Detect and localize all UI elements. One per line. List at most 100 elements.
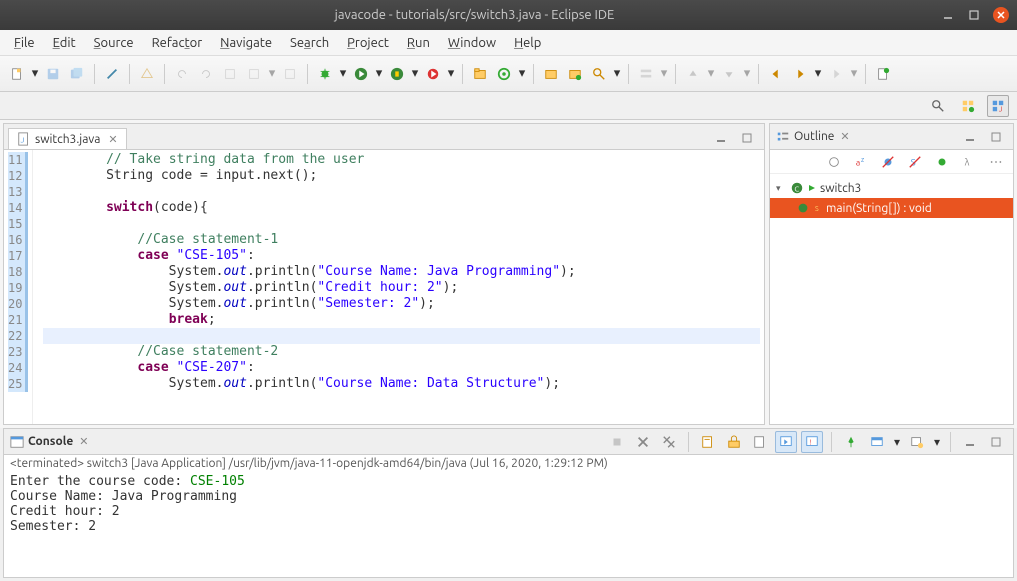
misc-button-2[interactable] [243, 63, 265, 85]
misc-dropdown-1[interactable]: ▾ [267, 66, 277, 81]
search-button[interactable] [588, 63, 610, 85]
next-annotation-button[interactable] [718, 63, 740, 85]
pin-console-button[interactable] [840, 431, 862, 453]
console-icon [10, 435, 24, 449]
outline-icon [776, 130, 790, 144]
menu-run[interactable]: Run [399, 33, 438, 53]
menu-project[interactable]: Project [339, 33, 397, 53]
misc-button-1[interactable] [219, 63, 241, 85]
remove-all-button[interactable] [658, 431, 680, 453]
maximize-button[interactable] [967, 8, 981, 22]
outline-class-row[interactable]: ▾ C switch3 [770, 178, 1013, 198]
console-pane: Console ✕ ! ▾ ▾ <terminated> switch3 [Ja… [3, 428, 1014, 578]
svg-text:λ: λ [965, 156, 970, 167]
editor-tab-switch3[interactable]: J switch3.java ✕ [8, 128, 127, 149]
build-button[interactable] [136, 63, 158, 85]
open-perspective-button[interactable] [957, 95, 979, 117]
outline-method-label: main(String[]) : void [826, 202, 932, 215]
terminate-button[interactable] [606, 431, 628, 453]
menu-source[interactable]: Source [86, 33, 142, 53]
display-selected-console-button[interactable] [866, 431, 888, 453]
display-console-dropdown[interactable]: ▾ [892, 435, 902, 449]
editor-tab-close[interactable]: ✕ [108, 133, 117, 146]
console-minimize[interactable] [959, 431, 981, 453]
run-button[interactable] [350, 63, 372, 85]
menu-window[interactable]: Window [440, 33, 504, 53]
hide-fields-button[interactable] [877, 151, 899, 173]
scroll-lock-button[interactable] [723, 431, 745, 453]
search-dropdown[interactable]: ▾ [612, 66, 622, 81]
open-task-button[interactable] [564, 63, 586, 85]
toggle-dropdown[interactable]: ▾ [659, 66, 669, 81]
misc-button-3[interactable] [279, 63, 301, 85]
open-console-dropdown[interactable]: ▾ [932, 435, 942, 449]
nav-dropdown-2[interactable]: ▾ [849, 66, 859, 81]
save-button[interactable] [42, 63, 64, 85]
menu-refactor[interactable]: Refactor [144, 33, 211, 53]
word-wrap-button[interactable] [749, 431, 771, 453]
pin-editor-button[interactable] [872, 63, 894, 85]
back-button[interactable] [765, 63, 787, 85]
method-public-icon [796, 201, 810, 215]
nav-dropdown-1[interactable]: ▾ [813, 66, 823, 81]
coverage-dropdown[interactable]: ▾ [410, 66, 420, 81]
sort-button[interactable]: az [850, 151, 872, 173]
outline-minimize[interactable] [959, 126, 981, 148]
close-button[interactable] [993, 7, 1009, 23]
menu-navigate[interactable]: Navigate [212, 33, 280, 53]
java-perspective-button[interactable]: J [987, 95, 1009, 117]
console-output[interactable]: Enter the course code: CSE-105Course Nam… [4, 472, 1013, 577]
new-dropdown[interactable]: ▾ [30, 66, 40, 81]
menu-file[interactable]: File [6, 33, 43, 53]
show-console-on-stderr-button[interactable]: ! [801, 431, 823, 453]
run-dropdown[interactable]: ▾ [374, 66, 384, 81]
main-toolbar: ▾ ▾ ▾ ▾ ▾ ▾ ▾ ▾ ▾ ▾ ▾ ▾ ▾ [0, 56, 1017, 92]
undo-button[interactable] [171, 63, 193, 85]
hide-nonpublic-button[interactable] [931, 151, 953, 173]
prev-dropdown[interactable]: ▾ [706, 66, 716, 81]
show-console-on-stdout-button[interactable] [775, 431, 797, 453]
editor-body[interactable]: 111213141516171819202122232425 // Take s… [4, 150, 764, 424]
new-package-dropdown[interactable]: ▾ [517, 66, 527, 81]
code-area[interactable]: // Take string data from the user String… [33, 150, 764, 424]
link-editor-button[interactable] [101, 63, 123, 85]
coverage-button[interactable] [386, 63, 408, 85]
open-console-button[interactable] [906, 431, 928, 453]
clear-console-button[interactable] [697, 431, 719, 453]
redo-button[interactable] [195, 63, 217, 85]
quick-access-search[interactable] [927, 95, 949, 117]
expand-arrow-icon[interactable]: ▾ [776, 183, 786, 194]
console-maximize[interactable] [985, 431, 1007, 453]
new-package-button[interactable] [493, 63, 515, 85]
hide-local-button[interactable]: λ [958, 151, 980, 173]
menu-help[interactable]: Help [506, 33, 549, 53]
new-java-project-button[interactable] [469, 63, 491, 85]
next-dropdown[interactable]: ▾ [742, 66, 752, 81]
focus-active-button[interactable] [823, 151, 845, 173]
new-button[interactable] [6, 63, 28, 85]
run-marker-icon [808, 184, 816, 192]
run-last-dropdown[interactable]: ▾ [446, 66, 456, 81]
open-type-button[interactable] [540, 63, 562, 85]
minimize-button[interactable] [941, 8, 955, 22]
forward-disabled-button[interactable] [825, 63, 847, 85]
remove-launch-button[interactable] [632, 431, 654, 453]
outline-menu-button[interactable] [985, 151, 1007, 173]
hide-static-button[interactable]: S [904, 151, 926, 173]
prev-annotation-button[interactable] [682, 63, 704, 85]
debug-dropdown[interactable]: ▾ [338, 66, 348, 81]
editor-pane: J switch3.java ✕ 11121314151617181920212… [3, 123, 765, 425]
run-last-button[interactable] [422, 63, 444, 85]
forward-button[interactable] [789, 63, 811, 85]
console-close[interactable]: ✕ [79, 435, 88, 448]
save-all-button[interactable] [66, 63, 88, 85]
toggle-breadcrumb-button[interactable] [635, 63, 657, 85]
minimize-pane-button[interactable] [710, 127, 732, 149]
debug-button[interactable] [314, 63, 336, 85]
outline-maximize[interactable] [985, 126, 1007, 148]
menu-edit[interactable]: Edit [45, 33, 84, 53]
outline-close[interactable]: ✕ [840, 130, 849, 143]
menu-search[interactable]: Search [282, 33, 337, 53]
outline-method-row[interactable]: S main(String[]) : void [770, 198, 1013, 218]
maximize-pane-button[interactable] [736, 127, 758, 149]
